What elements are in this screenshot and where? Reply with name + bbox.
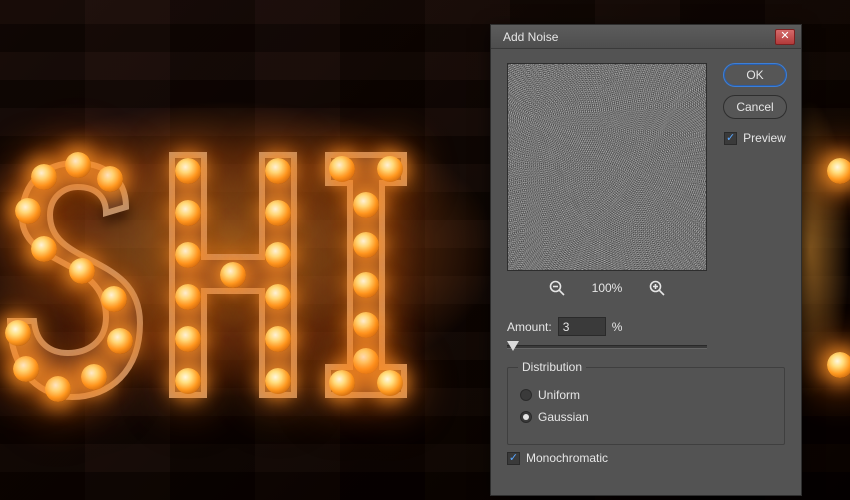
radio-icon [520,411,532,423]
marquee-sign [0,145,416,415]
radio-gaussian[interactable]: Gaussian [520,410,772,424]
dialog-title: Add Noise [503,30,775,44]
cancel-button-label: Cancel [736,100,773,114]
slider-thumb[interactable] [507,341,519,351]
amount-input[interactable] [558,317,606,336]
preview-thumbnail[interactable] [507,63,707,271]
noise-preview [508,64,706,270]
checkbox-icon [507,452,520,465]
zoom-in-icon [649,280,665,296]
ok-button[interactable]: OK [723,63,787,87]
close-button[interactable]: ✕ [775,29,795,45]
preview-checkbox-label: Preview [743,131,786,145]
zoom-level: 100% [592,281,623,295]
cancel-button[interactable]: Cancel [723,95,787,119]
add-noise-dialog: Add Noise ✕ 100% Amount: % Distributi [490,24,802,496]
radio-icon [520,389,532,401]
distribution-legend: Distribution [518,360,586,374]
checkbox-icon [724,132,737,145]
zoom-in-button[interactable] [648,279,666,297]
amount-slider[interactable] [507,345,707,349]
close-icon: ✕ [780,31,789,42]
dialog-titlebar[interactable]: Add Noise ✕ [491,25,801,49]
zoom-out-icon [549,280,565,296]
preview-checkbox[interactable]: Preview [724,131,786,145]
zoom-out-button[interactable] [548,279,566,297]
letter-i [316,145,416,415]
radio-gaussian-label: Gaussian [538,410,589,424]
distribution-group: Distribution Uniform Gaussian [507,367,785,445]
letter-h [158,145,298,415]
monochromatic-checkbox[interactable]: Monochromatic [507,451,608,465]
partial-letter-right [820,145,850,415]
amount-unit: % [612,320,623,334]
monochromatic-label: Monochromatic [526,451,608,465]
radio-uniform[interactable]: Uniform [520,388,772,402]
ok-button-label: OK [746,68,763,82]
letter-s [0,145,140,415]
radio-uniform-label: Uniform [538,388,580,402]
amount-label: Amount: [507,320,552,334]
